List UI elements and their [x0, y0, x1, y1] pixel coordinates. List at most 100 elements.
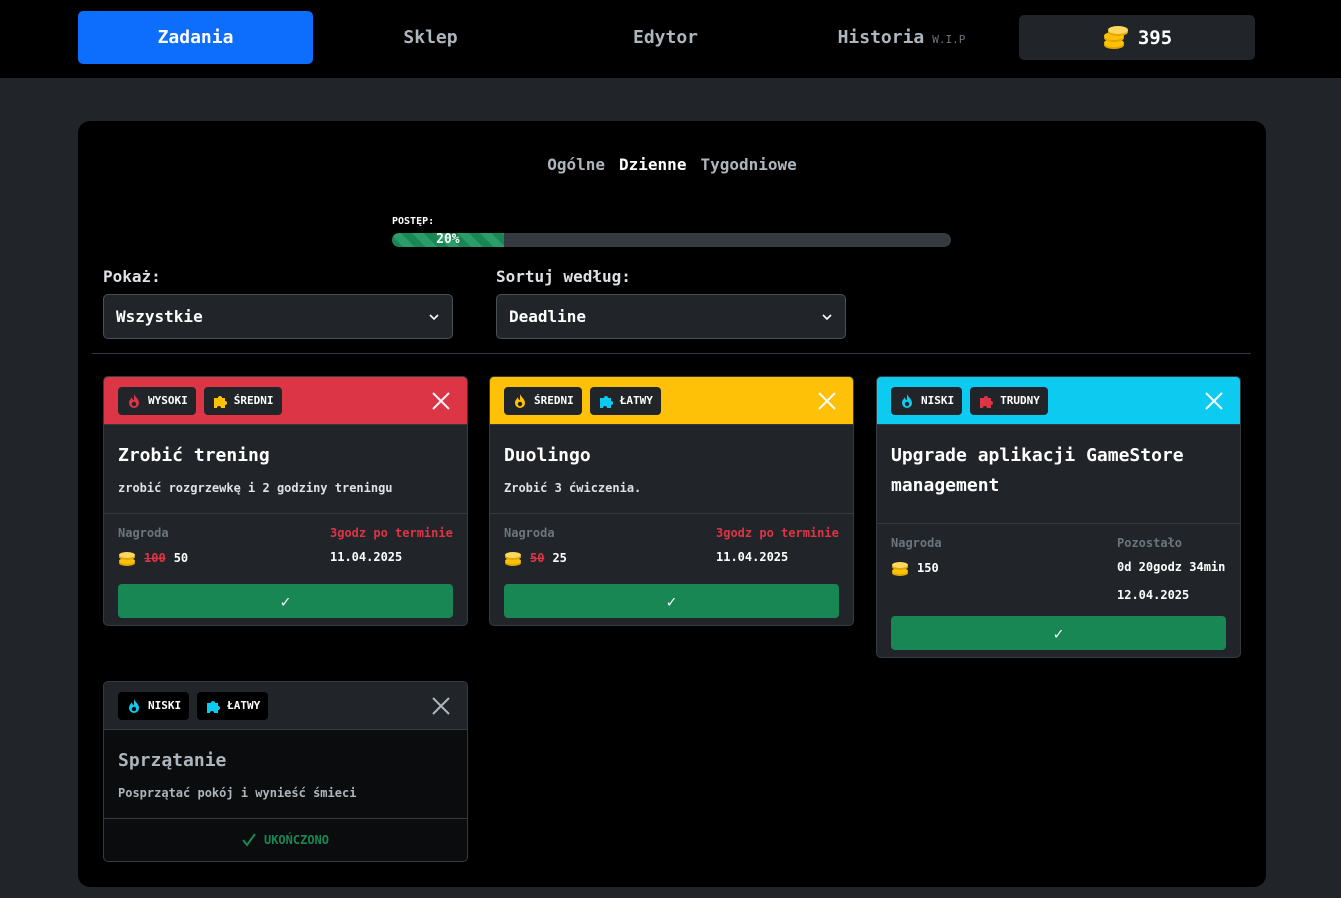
remaining-time: 0d 20godz 34min [1117, 560, 1226, 574]
nav-tab-zadania[interactable]: Zadania [78, 11, 313, 64]
task-title-line: management [891, 475, 1000, 496]
close-icon[interactable] [429, 694, 453, 718]
task-title-line: Upgrade aplikacji GameStore [891, 445, 1184, 466]
priority-badge: WYSOKI [118, 386, 196, 415]
task-title: Upgrade aplikacji GameStore management [891, 441, 1226, 501]
reward-label: Nagroda [891, 536, 942, 550]
flame-icon [902, 393, 912, 408]
complete-button[interactable]: ✓ [891, 616, 1226, 650]
deadline-date: 11.04.2025 [716, 550, 789, 564]
card-body: Duolingo Zrobić 3 ćwiczenia. [490, 425, 853, 514]
show-filter-select[interactable]: Wszystkie [103, 294, 453, 339]
divider [92, 353, 1251, 354]
task-title: Sprzątanie [118, 750, 227, 771]
coin-stack-icon [1103, 25, 1128, 49]
priority-badge: NISKI [118, 691, 190, 720]
tab-ogolne[interactable]: Ogólne [547, 155, 605, 174]
puzzle-icon [207, 700, 221, 713]
deadline-status: 3godz po terminie [330, 526, 453, 540]
difficulty-text: TRUDNY [1000, 394, 1040, 407]
tasks-panel: Ogólne Dzienne Tygodniowe POSTĘP: 20% Po… [78, 121, 1266, 887]
sort-select[interactable]: Deadline [496, 294, 846, 339]
nav-tab-label: Historia [837, 27, 925, 48]
reward-old: 50 [530, 551, 545, 565]
nav-tab-historia[interactable]: Historia W.I.P [784, 11, 1019, 64]
show-filter-value: Wszystkie [116, 307, 203, 326]
card-body: Sprzątanie Posprzątać pokój i wynieść śm… [104, 730, 467, 819]
coin-count: 395 [1137, 26, 1173, 49]
card-footer: Nagroda 50 25 3godz po terminie 11.04.20… [490, 514, 853, 618]
nav-tab-label: Zadania [157, 27, 234, 48]
nav-tab-label: Edytor [632, 27, 699, 48]
chevron-down-icon [822, 313, 832, 320]
progress-bar: 20% [392, 233, 951, 247]
flame-icon [515, 393, 525, 408]
difficulty-text: ŚREDNI [233, 394, 274, 407]
progress-percent: 20% [436, 233, 460, 247]
card-footer: Nagroda 100 50 3godz po terminie 11.04.2… [104, 514, 467, 618]
tab-tygodniowe[interactable]: Tygodniowe [700, 155, 796, 174]
flame-icon [129, 393, 139, 408]
period-tabs: Ogólne Dzienne Tygodniowe [78, 155, 1266, 174]
reward-label: Nagroda [504, 526, 555, 540]
card-header: WYSOKI ŚREDNI [104, 377, 467, 425]
nav-tab-label: Sklep [403, 27, 458, 48]
flame-icon [129, 698, 139, 713]
difficulty-text: ŁATWY [227, 699, 261, 712]
task-card: NISKI TRUDNY Upgrade aplikacji GameStore… [876, 376, 1241, 658]
nav-tab-sklep[interactable]: Sklep [313, 11, 548, 64]
coin-stack-icon [119, 552, 135, 566]
priority-text: NISKI [148, 699, 182, 712]
task-card-completed: NISKI ŁATWY Sprzątanie Posprzątać pokój … [103, 681, 468, 862]
sort-label: Sortuj według: [496, 267, 631, 286]
nav-tab-edytor[interactable]: Edytor [548, 11, 783, 64]
complete-button[interactable]: ✓ [118, 584, 453, 618]
card-header: ŚREDNI ŁATWY [490, 377, 853, 425]
task-description: Zrobić 3 ćwiczenia. [504, 481, 642, 495]
checkmark-icon [242, 833, 256, 847]
card-body: Zrobić trening zrobić rozgrzewkę i 2 god… [104, 425, 467, 514]
priority-text: ŚREDNI [534, 394, 574, 407]
card-footer: Nagroda 150 Pozostało 0d 20godz 34min 12… [877, 524, 1240, 650]
task-description: Posprzątać pokój i wynieść śmieci [118, 786, 357, 800]
progress-label: POSTĘP: [392, 216, 435, 227]
show-filter-label: Pokaż: [103, 267, 161, 286]
puzzle-icon [599, 395, 613, 408]
close-icon[interactable] [815, 389, 839, 413]
deadline-status: 3godz po terminie [716, 526, 839, 540]
reward-old: 100 [144, 551, 166, 565]
task-title: Zrobić trening [118, 445, 270, 466]
remaining-label: Pozostało [1117, 536, 1183, 550]
close-icon[interactable] [1202, 389, 1226, 413]
deadline-date: 12.04.2025 [1117, 588, 1190, 602]
sort-value: Deadline [509, 307, 587, 326]
complete-button[interactable]: ✓ [504, 584, 839, 618]
card-header: NISKI TRUDNY [877, 377, 1240, 425]
reward-value: 150 [917, 561, 939, 575]
priority-text: WYSOKI [148, 394, 188, 407]
completed-status: UKOŃCZONO [104, 819, 467, 861]
tab-dzienne[interactable]: Dzienne [619, 155, 686, 174]
reward-value: 25 [552, 551, 567, 565]
task-title: Duolingo [504, 445, 591, 466]
task-card: ŚREDNI ŁATWY Duolingo Zrobić 3 ćwiczenia… [489, 376, 854, 626]
priority-text: NISKI [921, 394, 955, 407]
task-description: zrobić rozgrzewkę i 2 godziny treningu [118, 481, 393, 495]
top-nav: Zadania Sklep Edytor Historia W.I.P 395 [0, 0, 1341, 78]
difficulty-badge: ŁATWY [197, 691, 269, 720]
difficulty-badge: ŁATWY [589, 386, 661, 415]
card-header: NISKI ŁATWY [104, 682, 467, 730]
reward-label: Nagroda [118, 526, 169, 540]
coin-stack-icon [892, 562, 908, 576]
difficulty-text: ŁATWY [619, 394, 653, 407]
difficulty-badge: TRUDNY [970, 386, 1048, 415]
coin-stack-icon [505, 552, 521, 566]
task-card: WYSOKI ŚREDNI Zrobić trening zrobić rozg… [103, 376, 468, 626]
close-icon[interactable] [429, 389, 453, 413]
reward: 150 [891, 560, 942, 576]
completed-label: UKOŃCZONO [263, 833, 330, 847]
priority-badge: ŚREDNI [504, 386, 582, 415]
reward: 100 50 [118, 550, 188, 566]
puzzle-icon [980, 395, 994, 408]
reward: 50 25 [504, 550, 567, 566]
